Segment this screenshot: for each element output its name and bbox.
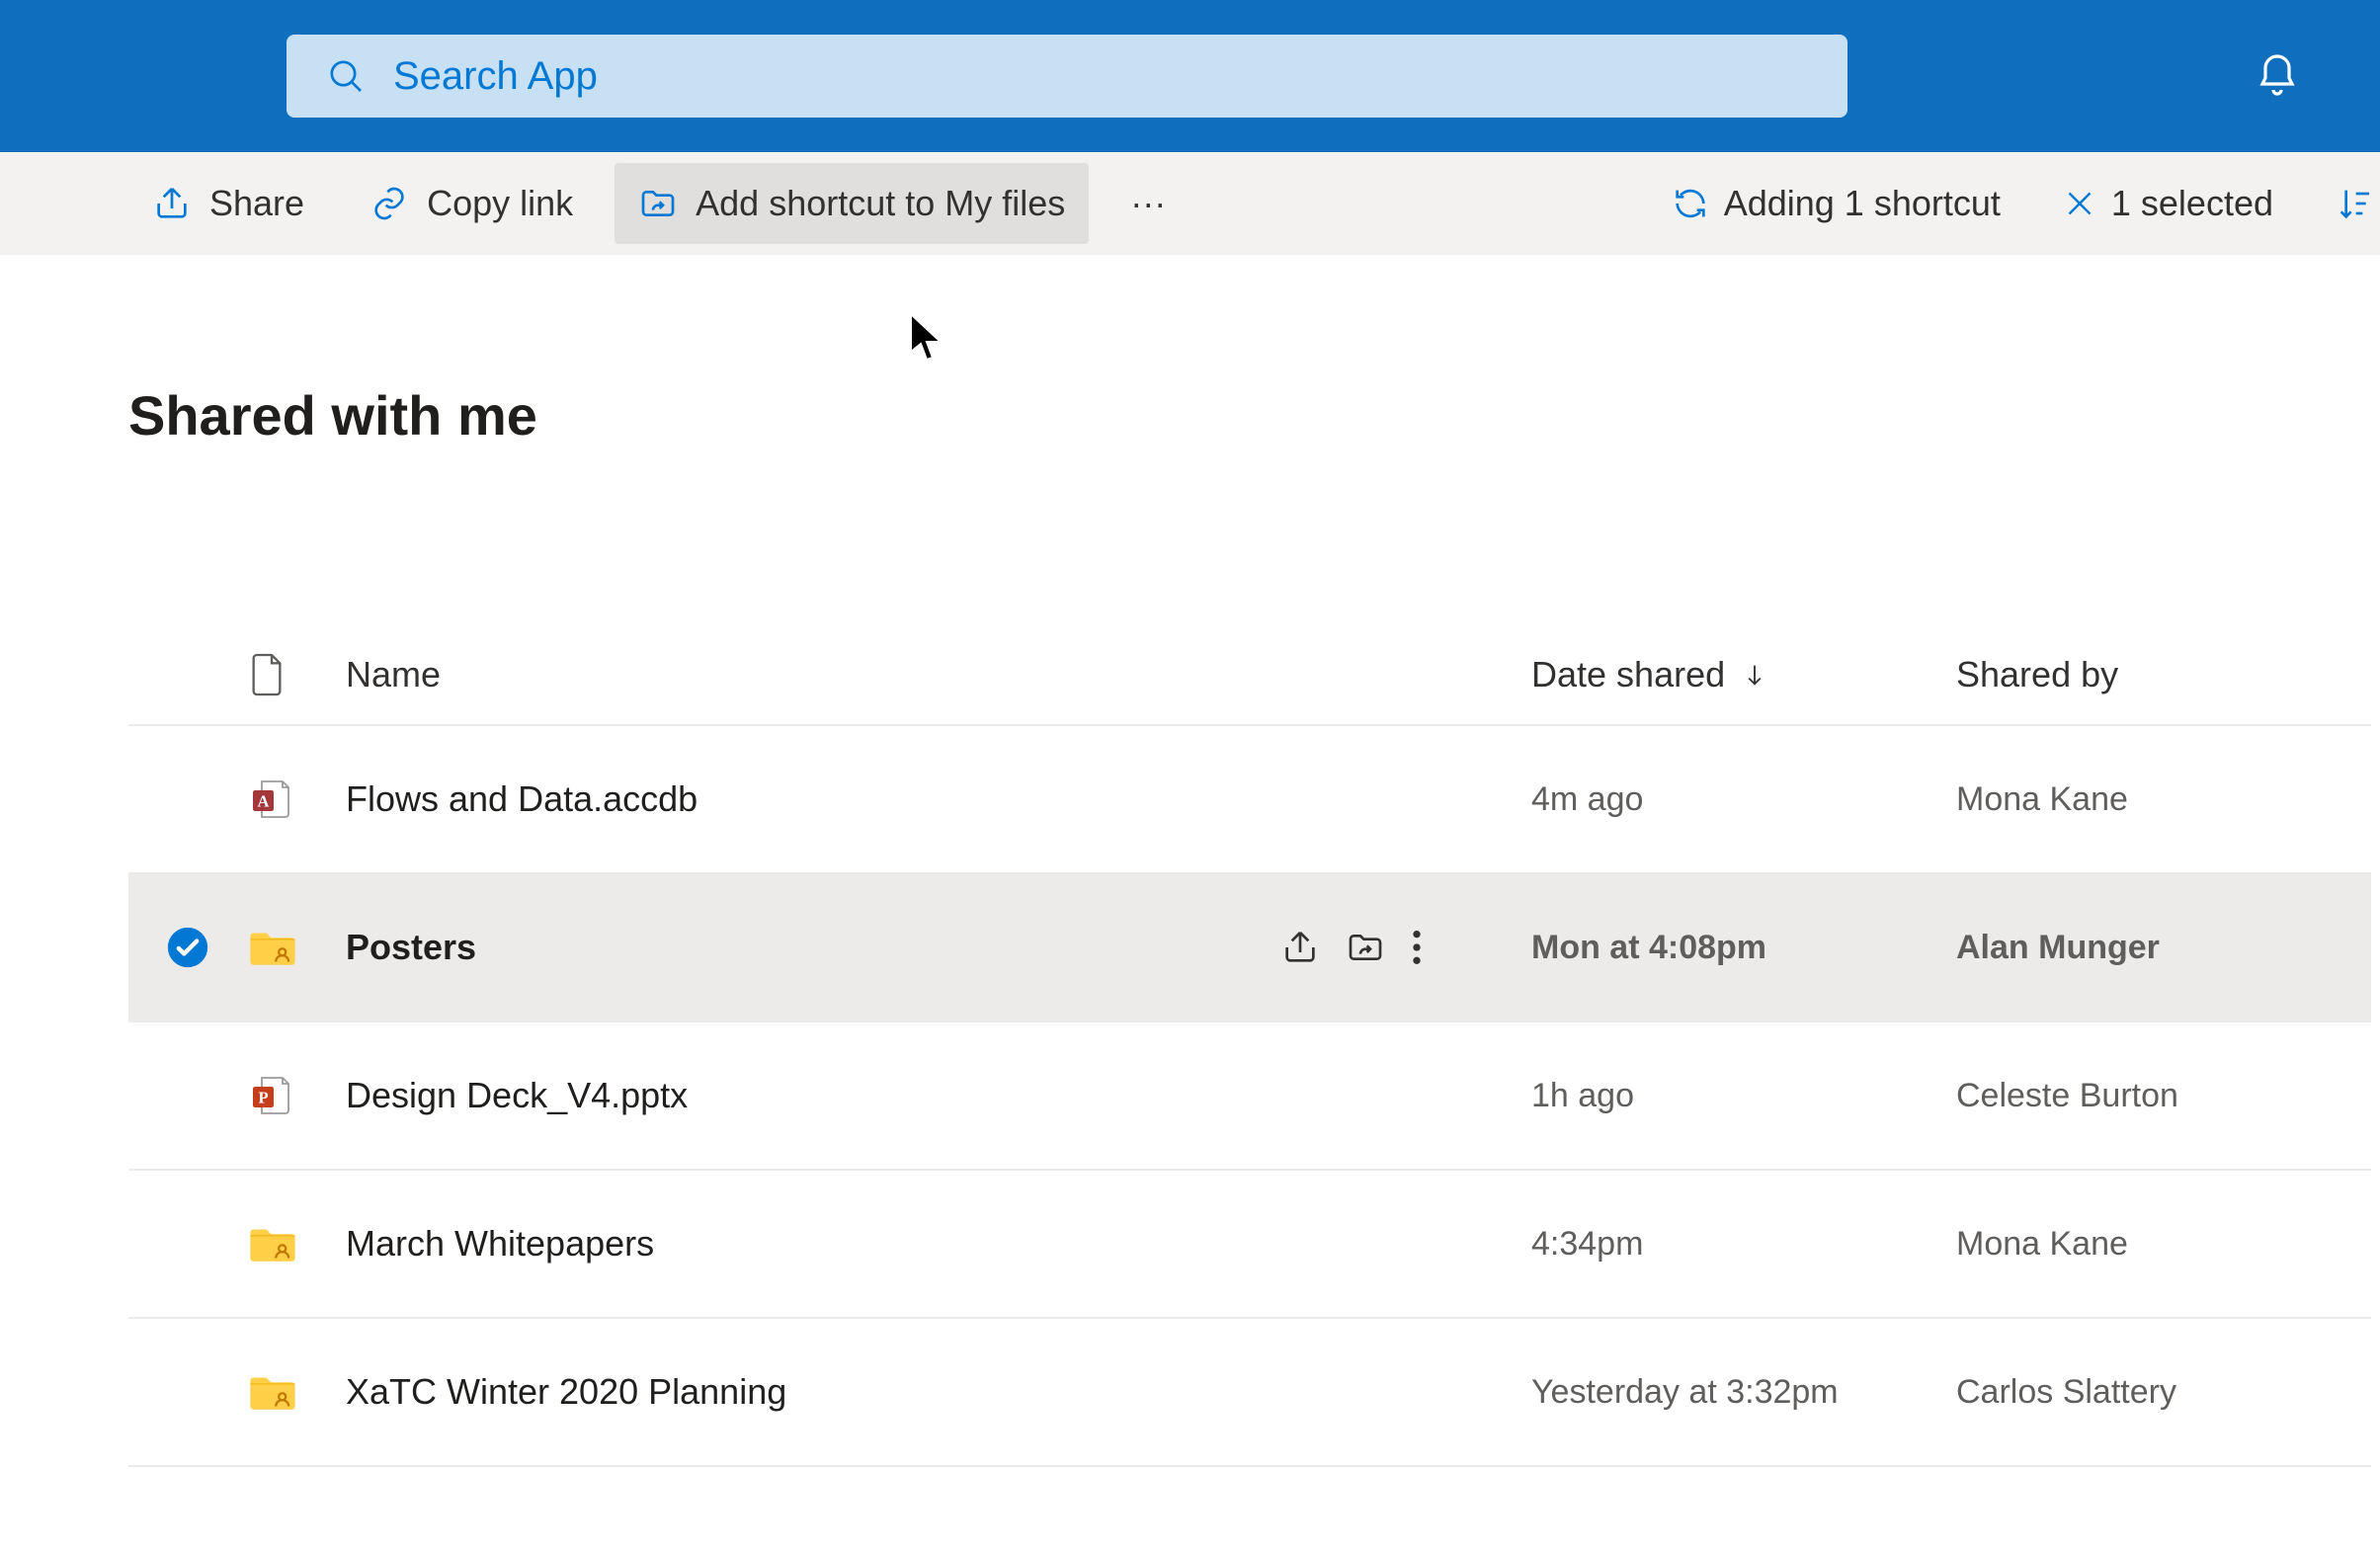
- sort-icon: [2335, 184, 2374, 223]
- file-name[interactable]: Design Deck_V4.pptx: [346, 1075, 688, 1116]
- search-box[interactable]: [287, 35, 1847, 118]
- link-icon: [369, 184, 409, 223]
- search-input[interactable]: [393, 54, 1808, 99]
- table-row[interactable]: P Design Deck_V4.pptx 1h ago Celeste Bur…: [128, 1022, 2371, 1171]
- overflow-icon: ···: [1130, 183, 1166, 224]
- shared-by-cell: Mona Kane: [1956, 780, 2371, 819]
- app-header: [0, 0, 2380, 152]
- overflow-menu-button[interactable]: ···: [1107, 163, 1190, 244]
- notifications-button[interactable]: [2254, 52, 2301, 100]
- date-shared-cell: 1h ago: [1531, 1077, 1956, 1115]
- adding-shortcut-status: Adding 1 shortcut: [1647, 163, 2024, 244]
- add-shortcut-label: Add shortcut to My files: [696, 183, 1065, 224]
- file-name[interactable]: XaTC Winter 2020 Planning: [346, 1371, 786, 1413]
- date-shared-cell: Mon at 4:08pm: [1531, 929, 1956, 967]
- row-more-icon[interactable]: [1411, 928, 1423, 967]
- page-title: Shared with me: [128, 383, 2380, 448]
- name-column-header[interactable]: Name: [346, 654, 1531, 695]
- table-row[interactable]: March Whitepapers 4:34pm Mona Kane: [128, 1171, 2371, 1319]
- row-shortcut-icon[interactable]: [1346, 928, 1385, 967]
- copy-link-button[interactable]: Copy link: [346, 163, 597, 244]
- file-name[interactable]: March Whitepapers: [346, 1223, 654, 1265]
- shared-by-cell: Alan Munger: [1956, 929, 2371, 967]
- file-type-column-header[interactable]: [247, 651, 346, 698]
- shared-by-cell: Carlos Slattery: [1956, 1373, 2371, 1412]
- date-shared-label: Date shared: [1531, 654, 1725, 695]
- shared-by-column-header[interactable]: Shared by: [1956, 654, 2371, 695]
- share-button[interactable]: Share: [128, 163, 328, 244]
- search-icon: [326, 56, 366, 96]
- row-checkbox[interactable]: [128, 926, 247, 969]
- sort-button[interactable]: [2311, 164, 2380, 243]
- file-type-icon: [247, 1371, 346, 1413]
- table-header: Name Date shared Shared by: [128, 625, 2371, 726]
- clear-selection-button[interactable]: 1 selected: [2038, 163, 2297, 244]
- file-table: Name Date shared Shared by A Flows and D…: [128, 625, 2371, 1467]
- adding-shortcut-label: Adding 1 shortcut: [1724, 183, 2001, 224]
- date-shared-cell: 4m ago: [1531, 780, 1956, 819]
- file-type-icon: [247, 1223, 346, 1265]
- mouse-cursor: [907, 312, 946, 364]
- file-type-icon: A: [247, 776, 346, 823]
- svg-text:P: P: [258, 1089, 268, 1107]
- date-shared-column-header[interactable]: Date shared: [1531, 654, 1956, 695]
- date-shared-cell: 4:34pm: [1531, 1225, 1956, 1264]
- close-icon: [2062, 186, 2097, 221]
- row-share-icon[interactable]: [1280, 928, 1320, 967]
- file-name[interactable]: Flows and Data.accdb: [346, 778, 698, 820]
- folder-shortcut-icon: [638, 184, 678, 223]
- sync-icon: [1671, 184, 1710, 223]
- share-icon: [152, 184, 192, 223]
- svg-text:A: A: [258, 792, 270, 811]
- command-bar: Share Copy link Add shortcut to My files…: [0, 152, 2380, 255]
- selected-count-label: 1 selected: [2111, 183, 2273, 224]
- date-shared-cell: Yesterday at 3:32pm: [1531, 1373, 1956, 1412]
- file-type-icon: [247, 927, 346, 968]
- add-shortcut-button[interactable]: Add shortcut to My files: [615, 163, 1089, 244]
- sort-descending-icon: [1741, 661, 1768, 689]
- table-row[interactable]: XaTC Winter 2020 Planning Yesterday at 3…: [128, 1319, 2371, 1467]
- copy-link-label: Copy link: [427, 183, 573, 224]
- shared-by-cell: Mona Kane: [1956, 1225, 2371, 1264]
- table-row[interactable]: A Flows and Data.accdb 4m ago Mona Kane: [128, 726, 2371, 874]
- file-name[interactable]: Posters: [346, 927, 476, 968]
- share-label: Share: [209, 183, 304, 224]
- table-row[interactable]: Posters Mon at 4:08pm Alan Munger: [128, 874, 2371, 1022]
- file-type-icon: P: [247, 1072, 346, 1119]
- shared-by-cell: Celeste Burton: [1956, 1077, 2371, 1115]
